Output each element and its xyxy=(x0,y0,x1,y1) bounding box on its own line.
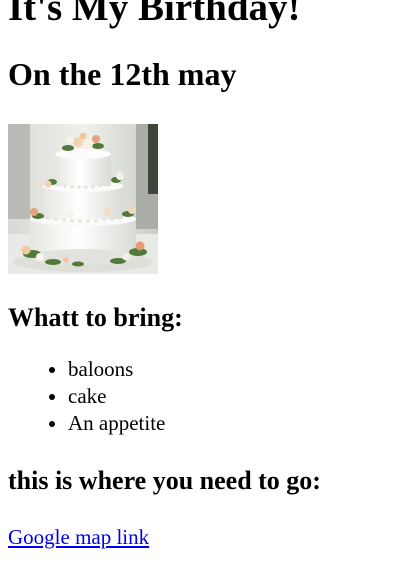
page-title: It's My Birthday! xyxy=(8,0,301,29)
directions-heading: this is where you need to go: xyxy=(8,466,321,495)
event-date-heading: On the 12th may xyxy=(8,56,237,92)
bring-heading: Whatt to bring: xyxy=(8,303,183,332)
google-map-link[interactable]: Google map link xyxy=(8,525,149,549)
list-item: An appetite xyxy=(68,410,398,437)
page-content: It's My Birthday! On the 12th may Whatt … xyxy=(8,0,398,549)
list-item: baloons xyxy=(68,356,398,383)
bring-list: baloons cake An appetite xyxy=(8,356,398,437)
cake-image xyxy=(8,124,158,274)
list-item: cake xyxy=(68,383,398,410)
